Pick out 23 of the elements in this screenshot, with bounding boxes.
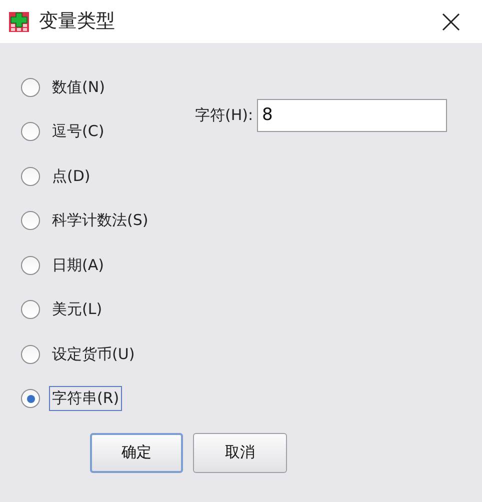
characters-label: 字符(H):	[195, 104, 254, 126]
radio-button[interactable]	[21, 166, 40, 186]
radio-button[interactable]	[21, 211, 40, 230]
app-icon	[9, 12, 29, 32]
radio-label: 数值(N)	[51, 76, 106, 98]
radio-button[interactable]	[21, 256, 40, 274]
radio-label: 字符串(R)	[49, 386, 122, 411]
radio-label: 点(D)	[51, 166, 92, 187]
close-button[interactable]	[440, 10, 462, 32]
radio-button[interactable]	[21, 300, 40, 319]
radio-label: 日期(A)	[51, 254, 105, 276]
radio-label: 美元(L)	[51, 299, 104, 320]
characters-field[interactable]: 8	[257, 98, 448, 132]
dialog-button[interactable]: 确定	[90, 432, 183, 472]
dialog-button[interactable]: 取消	[193, 432, 287, 472]
radio-button[interactable]	[21, 344, 40, 364]
radio-button[interactable]	[21, 122, 40, 141]
radio-button[interactable]	[21, 78, 40, 96]
window-title: 变量类型	[39, 9, 115, 34]
radio-button[interactable]	[21, 389, 40, 408]
radio-label: 设定货币(U)	[51, 344, 136, 365]
radio-label: 科学计数法(S)	[51, 210, 150, 232]
radio-label: 逗号(C)	[51, 121, 106, 142]
